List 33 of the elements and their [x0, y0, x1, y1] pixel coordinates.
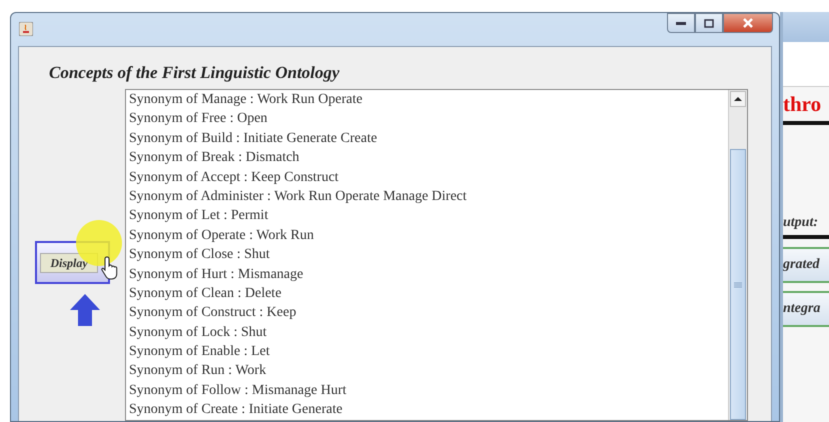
- list-item[interactable]: Synonym of Build : Initiate Generate Create: [129, 128, 728, 148]
- scrollbar[interactable]: [728, 90, 747, 420]
- list-item[interactable]: Synonym of Administer : Work Run Operate Manage Direct: [129, 186, 728, 206]
- list-item[interactable]: Synonym of Let : Permit: [129, 206, 728, 226]
- list-item[interactable]: Synonym of Accept : Keep Construct: [129, 168, 728, 187]
- list-item[interactable]: Synonym of Free : Open: [129, 109, 728, 129]
- list-item[interactable]: Synonym of Hurt : Mismanage: [129, 264, 728, 284]
- maximize-icon: [704, 18, 714, 28]
- up-arrow-icon: [70, 294, 100, 326]
- list-item[interactable]: Synonym of Enable : Let: [129, 342, 728, 362]
- list-item[interactable]: Synonym of Run : Work: [129, 361, 728, 381]
- maximize-button[interactable]: [695, 13, 723, 33]
- close-button[interactable]: [723, 13, 773, 33]
- list-item[interactable]: Synonym of Follow : Mismanage Hurt: [129, 380, 728, 400]
- list-item[interactable]: Synonym of Construct : Keep: [129, 303, 728, 323]
- list-item[interactable]: Synonym of Lock : Shut: [129, 322, 728, 342]
- field-label: utput:: [783, 211, 829, 239]
- heading-text: thro: [783, 87, 829, 125]
- minimize-icon: [676, 21, 686, 25]
- list-item[interactable]: Synonym of Clean : Delete: [129, 284, 728, 304]
- list-item[interactable]: Synonym of Close : Shut: [129, 245, 728, 265]
- grip-icon: [734, 282, 742, 288]
- row-label: ntegra: [783, 291, 829, 327]
- list-item[interactable]: Synonym of Manage : Work Run Operate: [129, 90, 728, 110]
- hand-cursor-icon: [101, 256, 119, 280]
- minimize-button[interactable]: [667, 13, 695, 33]
- row-label: grated: [783, 247, 829, 283]
- close-icon: [742, 18, 754, 28]
- title-bar: [783, 12, 829, 42]
- panel-title: Concepts of the First Linguistic Ontology: [49, 63, 340, 84]
- list-item[interactable]: Synonym of Operate : Work Run: [129, 226, 728, 246]
- list-item[interactable]: Synonym of Create : Initiate Generate: [129, 400, 728, 420]
- list-item[interactable]: Synonym of Break : Dismatch: [129, 148, 728, 168]
